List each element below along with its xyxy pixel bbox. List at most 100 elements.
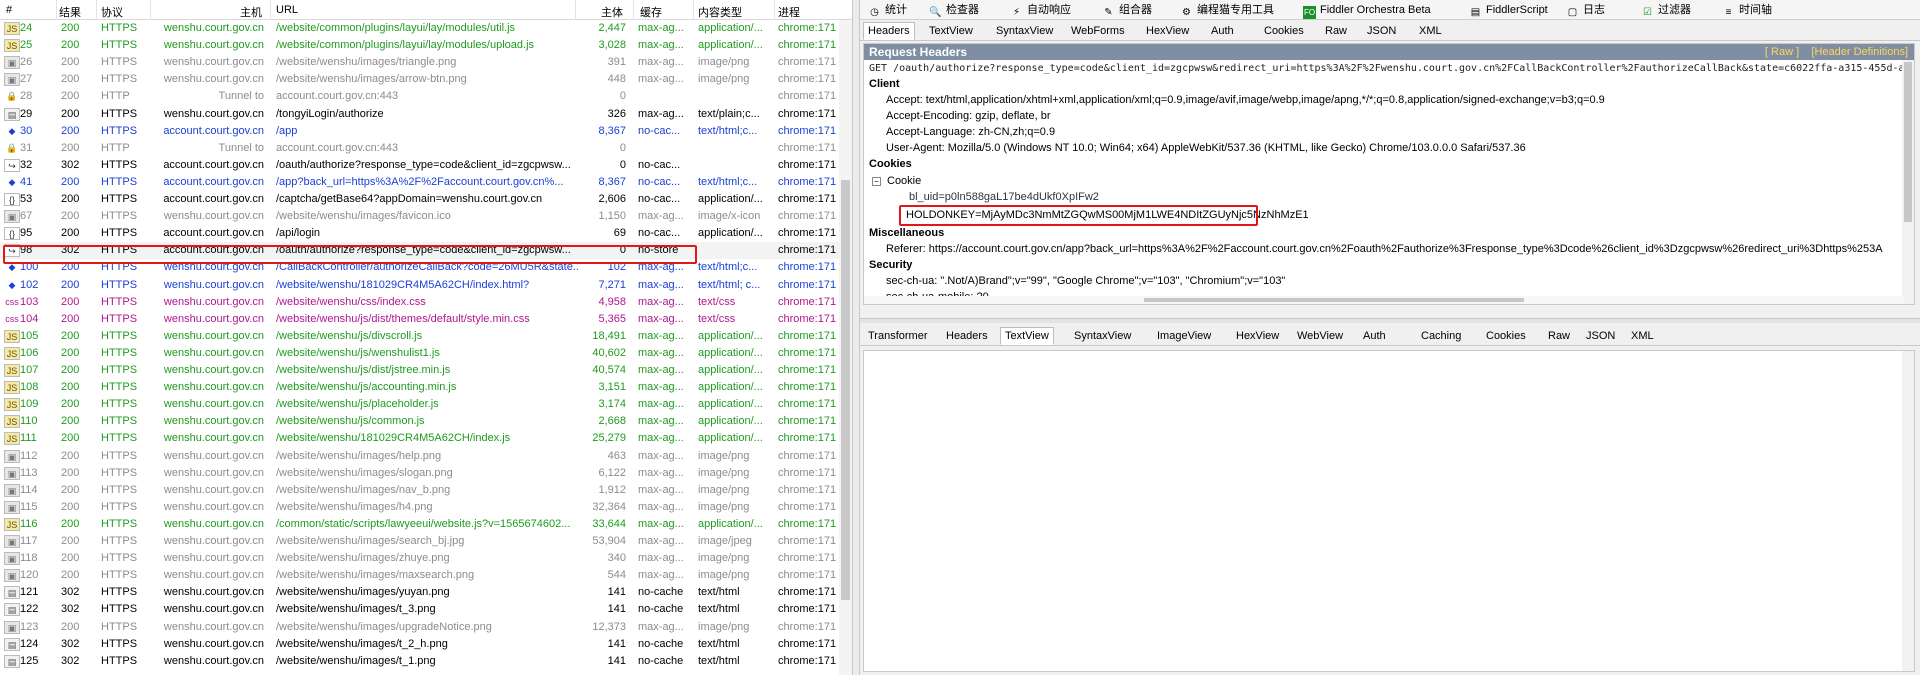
- session-row[interactable]: JS 106 200 HTTPS wenshu.court.gov.cn/website…: [0, 345, 852, 362]
- response-tab-cookies[interactable]: Cookies: [1481, 327, 1531, 345]
- main-tab-8[interactable]: ☑ 过滤器: [1639, 1, 1691, 19]
- session-row[interactable]: ▣ 123 200 HTTPS wenshu.court.gov.cn/website/…: [0, 619, 852, 636]
- main-tab-6[interactable]: ▤ FiddlerScript: [1467, 1, 1548, 19]
- sessions-list[interactable]: # 结果 协议 主机 URL 主体 缓存 内容类型 进程 JS 24 200 HTTP…: [0, 0, 852, 675]
- session-row[interactable]: ◆ 30 200 HTTPS account.court.gov.cn/app 8,367…: [0, 123, 852, 140]
- header-accept-encoding[interactable]: Accept-Encoding: gzip, deflate, br: [886, 110, 1050, 122]
- request-tab-xml[interactable]: XML: [1414, 22, 1447, 40]
- header-accept[interactable]: Accept: text/html,application/xhtml+xml,…: [886, 94, 1605, 106]
- request-tab-json[interactable]: JSON: [1362, 22, 1401, 40]
- session-row[interactable]: ▣ 113 200 HTTPS wenshu.court.gov.cn/website/…: [0, 465, 852, 482]
- session-row[interactable]: ▤ 122 302 HTTPS wenshu.court.gov.cn/website/…: [0, 601, 852, 618]
- session-row[interactable]: JS 25 200 HTTPS wenshu.court.gov.cn/website/…: [0, 37, 852, 54]
- session-row[interactable]: JS 116 200 HTTPS wenshu.court.gov.cn/common/…: [0, 516, 852, 533]
- response-scrollbar[interactable]: [1902, 351, 1914, 671]
- session-row[interactable]: 🔒 28 200 HTTP Tunnel to account.court.gov.cn:…: [0, 88, 852, 105]
- scrollbar-thumb[interactable]: [1904, 62, 1912, 222]
- request-response-splitter[interactable]: [860, 318, 1920, 323]
- col-header-cache[interactable]: 缓存: [640, 4, 662, 20]
- session-row[interactable]: JS 107 200 HTTPS wenshu.court.gov.cn/website…: [0, 362, 852, 379]
- response-tab-transformer[interactable]: Transformer: [863, 327, 933, 345]
- response-tab-hexview[interactable]: HexView: [1231, 327, 1284, 345]
- main-tab-3[interactable]: ✎ 组合器: [1100, 1, 1152, 19]
- cookie-collapse-toggle[interactable]: − Cookie: [872, 175, 921, 187]
- main-tab-5[interactable]: FO Fiddler Orchestra Beta: [1301, 1, 1431, 19]
- session-row[interactable]: ▤ 29 200 HTTPS wenshu.court.gov.cn/tongyiLog…: [0, 106, 852, 123]
- section-miscellaneous[interactable]: Miscellaneous: [869, 227, 944, 239]
- section-security[interactable]: Security: [869, 259, 912, 271]
- response-tab-textview[interactable]: TextView: [1000, 327, 1054, 345]
- col-header-host[interactable]: 主机: [240, 4, 262, 20]
- request-tab-cookies[interactable]: Cookies: [1259, 22, 1309, 40]
- response-tab-raw[interactable]: Raw: [1543, 327, 1575, 345]
- request-tab-syntaxview[interactable]: SyntaxView: [991, 22, 1058, 40]
- response-tab-json[interactable]: JSON: [1581, 327, 1620, 345]
- response-tab-headers[interactable]: Headers: [941, 327, 993, 345]
- session-row[interactable]: ▣ 118 200 HTTPS wenshu.court.gov.cn/website/…: [0, 550, 852, 567]
- main-tab-1[interactable]: 🔍 检查器: [927, 1, 979, 19]
- raw-link[interactable]: [ Raw ]: [1765, 46, 1799, 58]
- session-row[interactable]: JS 108 200 HTTPS wenshu.court.gov.cn/website…: [0, 379, 852, 396]
- session-row[interactable]: ◆ 41 200 HTTPS account.court.gov.cn/app?back…: [0, 174, 852, 191]
- main-tab-0[interactable]: ◷ 统计: [866, 1, 907, 19]
- header-user-agent[interactable]: User-Agent: Mozilla/5.0 (Windows NT 10.0…: [886, 142, 1526, 154]
- session-row[interactable]: JS 24 200 HTTPS wenshu.court.gov.cn/website/…: [0, 20, 852, 37]
- session-row[interactable]: ▣ 112 200 HTTPS wenshu.court.gov.cn/website/…: [0, 448, 852, 465]
- col-header-url[interactable]: URL: [276, 4, 298, 16]
- response-tab-syntaxview[interactable]: SyntaxView: [1069, 327, 1136, 345]
- scrollbar-thumb[interactable]: [841, 180, 850, 600]
- response-tab-auth[interactable]: Auth: [1358, 327, 1391, 345]
- sessions-scrollbar[interactable]: [839, 20, 852, 675]
- response-tab-caching[interactable]: Caching: [1416, 327, 1466, 345]
- session-row[interactable]: css 103 200 HTTPS wenshu.court.gov.cn/websit…: [0, 294, 852, 311]
- col-header-content-type[interactable]: 内容类型: [698, 4, 742, 20]
- section-client[interactable]: Client: [869, 78, 900, 90]
- session-row[interactable]: ▤ 121 302 HTTPS wenshu.court.gov.cn/website/…: [0, 584, 852, 601]
- main-tab-2[interactable]: ⚡ 自动响应: [1008, 1, 1071, 19]
- col-header-protocol[interactable]: 协议: [101, 4, 123, 20]
- session-row[interactable]: ▣ 27 200 HTTPS wenshu.court.gov.cn/website/w…: [0, 71, 852, 88]
- session-row[interactable]: ▣ 26 200 HTTPS wenshu.court.gov.cn/website/w…: [0, 54, 852, 71]
- session-row[interactable]: ▤ 124 302 HTTPS wenshu.court.gov.cn/website/…: [0, 636, 852, 653]
- session-row[interactable]: JS 109 200 HTTPS wenshu.court.gov.cn/website…: [0, 396, 852, 413]
- request-tab-auth[interactable]: Auth: [1206, 22, 1239, 40]
- session-row[interactable]: 🔒 31 200 HTTP Tunnel to account.court.gov.cn:…: [0, 140, 852, 157]
- scrollbar-thumb[interactable]: [1144, 298, 1524, 302]
- session-row[interactable]: css 104 200 HTTPS wenshu.court.gov.cn/websit…: [0, 311, 852, 328]
- col-header-body[interactable]: 主体: [601, 4, 623, 20]
- main-tab-9[interactable]: ≡ 时间轴: [1720, 1, 1772, 19]
- session-row[interactable]: {} 95 200 HTTPS account.court.gov.cn/api/log…: [0, 225, 852, 242]
- session-row[interactable]: JS 105 200 HTTPS wenshu.court.gov.cn/website…: [0, 328, 852, 345]
- response-tab-webview[interactable]: WebView: [1292, 327, 1348, 345]
- col-header-result[interactable]: 结果: [59, 4, 81, 20]
- request-headers-hscrollbar[interactable]: [864, 296, 1904, 304]
- header-referer[interactable]: Referer: https://account.court.gov.cn/ap…: [886, 243, 1883, 255]
- response-textview-panel[interactable]: [863, 350, 1915, 672]
- header-sec-ch-ua[interactable]: sec-ch-ua: ".Not/A)Brand";v="99", "Googl…: [886, 275, 1285, 287]
- session-row[interactable]: JS 110 200 HTTPS wenshu.court.gov.cn/website…: [0, 413, 852, 430]
- request-tab-raw[interactable]: Raw: [1320, 22, 1352, 40]
- request-tab-textview[interactable]: TextView: [924, 22, 978, 40]
- cookie-bl-uid[interactable]: bl_uid=p0ln588gaL17be4dUkf0XpIFw2: [909, 191, 1099, 203]
- section-cookies[interactable]: Cookies: [869, 158, 912, 170]
- session-row[interactable]: ↪ 32 302 HTTPS account.court.gov.cn/oauth/au…: [0, 157, 852, 174]
- session-row[interactable]: JS 111 200 HTTPS wenshu.court.gov.cn/website…: [0, 430, 852, 447]
- panel-splitter[interactable]: [852, 0, 860, 675]
- header-accept-language[interactable]: Accept-Language: zh-CN,zh;q=0.9: [886, 126, 1055, 138]
- response-tab-imageview[interactable]: ImageView: [1152, 327, 1216, 345]
- session-row[interactable]: ▣ 67 200 HTTPS wenshu.court.gov.cn/website/w…: [0, 208, 852, 225]
- header-definitions-link[interactable]: [Header Definitions]: [1811, 46, 1908, 58]
- col-header-process[interactable]: 进程: [778, 4, 800, 20]
- session-row[interactable]: ▤ 125 302 HTTPS wenshu.court.gov.cn/website/…: [0, 653, 852, 670]
- main-tab-4[interactable]: ⚙ 编程猫专用工具: [1178, 1, 1274, 19]
- session-row[interactable]: ▣ 114 200 HTTPS wenshu.court.gov.cn/website/…: [0, 482, 852, 499]
- session-row[interactable]: ▣ 120 200 HTTPS wenshu.court.gov.cn/website/…: [0, 567, 852, 584]
- col-header-num[interactable]: #: [6, 4, 12, 16]
- session-row[interactable]: {} 53 200 HTTPS account.court.gov.cn/captcha…: [0, 191, 852, 208]
- request-tab-webforms[interactable]: WebForms: [1066, 22, 1130, 40]
- request-tab-headers[interactable]: Headers: [863, 22, 915, 40]
- session-row[interactable]: ◆ 102 200 HTTPS wenshu.court.gov.cn/website/…: [0, 277, 852, 294]
- request-headers-scrollbar[interactable]: [1902, 60, 1914, 304]
- request-tab-hexview[interactable]: HexView: [1141, 22, 1194, 40]
- main-tab-7[interactable]: ▢ 日志: [1564, 1, 1605, 19]
